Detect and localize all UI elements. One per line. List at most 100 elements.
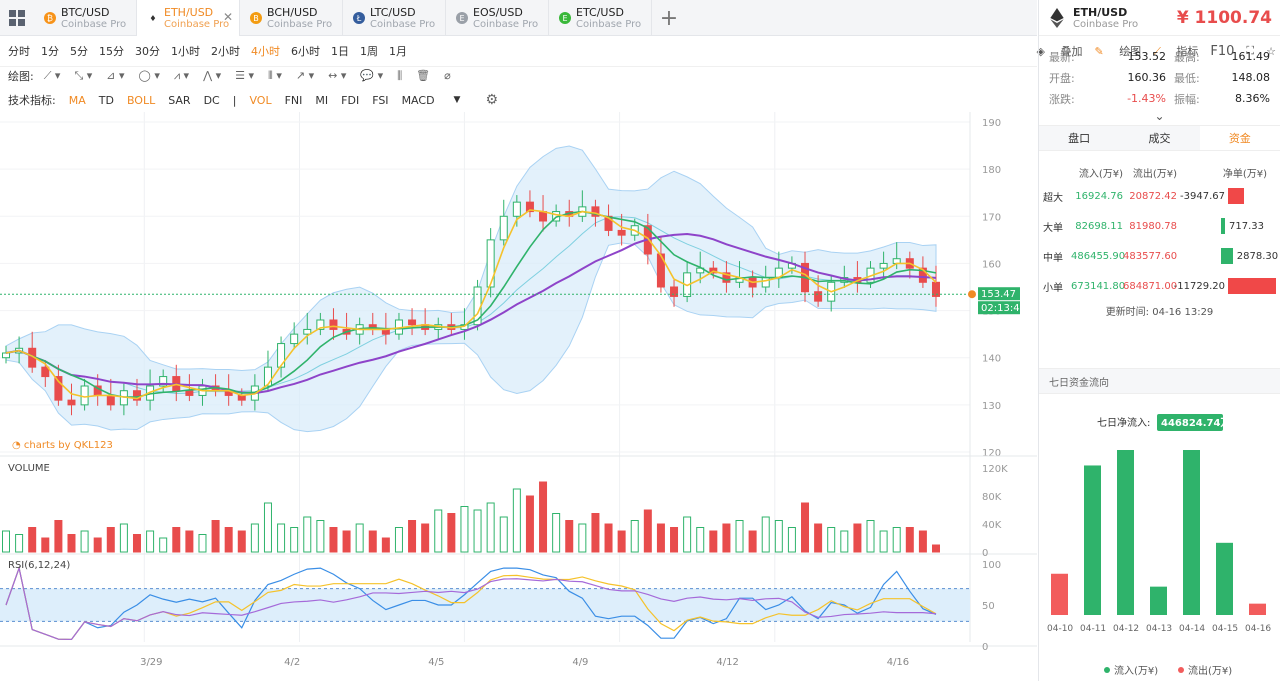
indicator-9[interactable]: FDI	[341, 94, 359, 107]
volume-bar	[801, 502, 810, 553]
stat-row: 最新: 153.52 最高: 161.49	[1049, 50, 1270, 64]
gann-tool-icon[interactable]: ⦀ ▾	[268, 69, 282, 83]
candle-body	[670, 286, 679, 297]
dropdown-icon[interactable]: ▼	[454, 95, 461, 105]
volume-bar	[735, 520, 744, 553]
candle-body	[512, 201, 521, 217]
seven-day-tick: 04-14	[1179, 624, 1205, 634]
volume-bar	[473, 509, 482, 553]
price-tick: 170	[982, 212, 1001, 223]
price-tick: 160	[982, 259, 1001, 270]
volume-tick: 120K	[982, 464, 1008, 475]
close-icon[interactable]: ✕	[223, 10, 233, 24]
candle-body	[290, 333, 299, 345]
indicator-6[interactable]: VOL	[249, 94, 271, 107]
bar-tool-icon[interactable]: ⫼	[397, 69, 402, 83]
chevron-down-icon[interactable]: ⌄	[1039, 109, 1280, 123]
line-tool-icon[interactable]: ⟋ ▾	[44, 69, 61, 83]
clear-tool-icon[interactable]: ⌀	[444, 69, 451, 82]
grid-menu-button[interactable]	[0, 0, 34, 36]
arrow-tool-icon[interactable]: ↗ ▾	[296, 69, 314, 82]
date-tick: 4/5	[428, 657, 444, 668]
period-6[interactable]: 2小时	[211, 43, 240, 59]
indicator-4[interactable]: DC	[204, 94, 220, 107]
volume-bar	[408, 520, 417, 553]
tab-btc-usd[interactable]: ₿ BTC/USD Coinbase Pro	[34, 0, 137, 36]
candle-body	[80, 385, 89, 406]
tab-bch-usd[interactable]: B BCH/USD Coinbase Pro	[240, 0, 343, 36]
sidebar-tab-0[interactable]: 盘口	[1039, 126, 1120, 150]
boll-band	[5, 145, 937, 433]
volume-bar	[198, 534, 207, 553]
period-4[interactable]: 30分	[135, 43, 160, 59]
period-selector: 分时 1分 5分 15分 30分 1小时 2小时 4小时 6小时 1日 1周 1月	[0, 40, 1037, 62]
sidebar-tab-2[interactable]: 资金	[1199, 126, 1280, 150]
price-stats: 最新: 153.52 最高: 161.49 开盘: 160.36 最低: 148.08 涨跌: -…	[1039, 36, 1280, 109]
volume-bar	[67, 534, 76, 553]
flow-row: 小单 673141.80 684871.00 -11729.20	[1039, 271, 1280, 301]
period-10[interactable]: 1周	[360, 43, 378, 59]
period-9[interactable]: 1日	[331, 43, 349, 59]
indicator-label: 技术指标:	[8, 94, 56, 107]
volume-bar	[748, 530, 757, 553]
tab-eos-usd[interactable]: E EOS/USD Coinbase Pro	[446, 0, 549, 36]
circle-tool-icon[interactable]: ◯ ▾	[139, 69, 160, 82]
gear-icon[interactable]: ⚙	[485, 92, 498, 108]
volume-bar	[879, 530, 888, 553]
period-1[interactable]: 1分	[41, 43, 59, 59]
period-8[interactable]: 6小时	[291, 43, 320, 59]
legend-out: 流出(万¥)	[1188, 664, 1232, 677]
price-tick: 180	[982, 165, 1001, 176]
ray-tool-icon[interactable]: ⤡ ▾	[74, 69, 92, 83]
period-3[interactable]: 15分	[99, 43, 124, 59]
volume-bar	[866, 520, 875, 553]
measure-tool-icon[interactable]: ↔ ▾	[328, 69, 346, 82]
candle-body	[814, 291, 823, 302]
period-2[interactable]: 5分	[70, 43, 88, 59]
period-0[interactable]: 分时	[8, 43, 30, 59]
flow-row: 超大 16924.76 20872.42 -3947.67	[1039, 181, 1280, 211]
volume-bar	[224, 527, 233, 553]
chart-area[interactable]: 190180170160150140130120153.4702:13:4412…	[0, 112, 1037, 681]
wave-tool-icon[interactable]: ⩘ ▾	[174, 69, 189, 83]
sidebar-tabs: 盘口 成交 资金	[1039, 125, 1280, 151]
legend-in-dot	[1104, 667, 1110, 673]
volume-bar	[591, 513, 600, 553]
sidebar-tab-1[interactable]: 成交	[1119, 126, 1200, 150]
volume-bar	[827, 527, 836, 553]
volume-bar	[932, 544, 940, 553]
indicator-10[interactable]: FSI	[372, 94, 388, 107]
rsi-label: RSI(6,12,24)	[8, 560, 71, 571]
period-5[interactable]: 1小时	[171, 43, 200, 59]
comment-tool-icon[interactable]: 💬 ▾	[360, 69, 383, 82]
indicator-11[interactable]: MACD	[402, 94, 435, 107]
sidebar-exchange: Coinbase Pro	[1073, 18, 1139, 30]
indicator-1[interactable]: TD	[99, 94, 114, 107]
volume-bar	[263, 502, 272, 553]
channel-tool-icon[interactable]: ⊿ ▾	[106, 69, 124, 82]
add-tab-button[interactable]: +	[652, 0, 686, 36]
period-7[interactable]: 4小时	[251, 43, 280, 59]
tab-exchange: Coinbase Pro	[576, 18, 642, 30]
indicator-0[interactable]: MA	[69, 94, 86, 107]
trash-icon[interactable]: 🗑	[416, 69, 430, 82]
volume-bar	[185, 530, 194, 553]
fib-tool-icon[interactable]: ☰ ▾	[235, 69, 254, 82]
tab-etc-usd[interactable]: E ETC/USD Coinbase Pro	[549, 0, 652, 36]
seven-day-bar	[1117, 450, 1134, 615]
volume-bar	[316, 520, 325, 553]
indicator-2[interactable]: BOLL	[127, 94, 155, 107]
candle-body	[879, 262, 888, 269]
indicator-7[interactable]: FNI	[285, 94, 303, 107]
period-11[interactable]: 1月	[389, 43, 407, 59]
volume-bar	[146, 530, 155, 553]
pattern-tool-icon[interactable]: ⋀ ▾	[203, 69, 221, 82]
seven-day-bar	[1183, 450, 1200, 615]
tab-eth-usd[interactable]: ♦ ETH/USD Coinbase Pro ✕	[137, 0, 240, 36]
indicator-3[interactable]: SAR	[168, 94, 190, 107]
chart-svg[interactable]: 190180170160150140130120153.4702:13:4412…	[0, 112, 1037, 681]
tab-ltc-usd[interactable]: Ł LTC/USD Coinbase Pro	[343, 0, 446, 36]
bch-icon: B	[250, 12, 262, 24]
indicator-8[interactable]: MI	[315, 94, 328, 107]
ltc-icon: Ł	[353, 12, 365, 24]
